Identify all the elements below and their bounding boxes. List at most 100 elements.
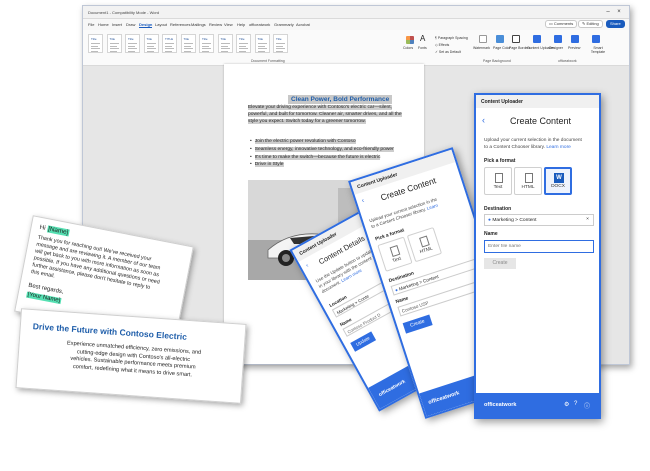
destination-field[interactable]: ● Marketing > Content × <box>484 214 594 226</box>
style-set-thumbnail[interactable]: Title <box>273 34 288 53</box>
effects-button[interactable]: ◇ Effects <box>435 43 449 47</box>
page-background-group-label: Page Background <box>483 59 511 63</box>
tab-review[interactable]: Review <box>209 22 222 27</box>
bullet-item: Seamless energy, innovative technology, … <box>250 146 410 154</box>
style-set-line <box>202 48 211 49</box>
create-button[interactable]: Create <box>484 258 516 269</box>
learn-more-link[interactable]: Learn more <box>546 145 571 150</box>
panel-description: Upload your current selection in the doc… <box>484 138 582 151</box>
style-set-thumbnail[interactable]: Title <box>199 34 214 53</box>
style-set-title: Title <box>202 37 208 41</box>
style-set-thumbnail[interactable]: Title <box>254 34 270 53</box>
comments-label: Comments <box>553 21 574 26</box>
watermark-icon[interactable] <box>479 35 487 43</box>
colors-icon[interactable] <box>406 36 414 44</box>
ribbon: Title Title Title Title TITLE Title Title Title… <box>83 30 629 66</box>
format-label: Pick a format <box>484 158 516 164</box>
style-set-line <box>128 45 135 47</box>
tab-grammarly[interactable]: Grammarly <box>274 22 294 27</box>
colors-label: Colors <box>403 46 414 50</box>
style-set-line <box>165 43 174 44</box>
style-set-line <box>239 50 246 52</box>
content-uploader-icon[interactable] <box>533 35 541 43</box>
info-icon[interactable]: ⓘ <box>584 401 590 410</box>
minimize-icon[interactable]: – <box>603 8 613 16</box>
settings-icon[interactable]: ⚙ <box>564 401 569 408</box>
style-set-line <box>109 50 117 52</box>
style-set-thumbnail[interactable]: Title <box>180 34 196 53</box>
style-set-line <box>146 45 154 47</box>
format-html-option[interactable]: HTML <box>406 226 443 263</box>
style-set-thumbnail[interactable]: Title <box>106 34 122 53</box>
style-set-line <box>239 48 248 49</box>
style-set-title: Title <box>91 37 97 41</box>
share-button[interactable]: Share <box>606 20 625 28</box>
style-set-thumbnail[interactable]: TITLE <box>162 34 177 53</box>
style-set-line <box>257 48 267 49</box>
brand-label: officeatwork <box>484 402 517 408</box>
fonts-icon[interactable]: A <box>420 34 425 43</box>
tab-acrobat[interactable]: Acrobat <box>296 22 310 27</box>
name-input[interactable] <box>484 240 594 253</box>
tab-officeatwork[interactable]: officeatwork <box>249 22 270 27</box>
window-title: Document1 - Compatibility Mode - Word <box>88 10 160 15</box>
format-text-option[interactable]: Text <box>484 167 512 195</box>
designer-icon[interactable] <box>554 35 562 43</box>
close-icon[interactable]: × <box>586 217 589 222</box>
back-arrow-icon[interactable]: ‹ <box>305 263 310 269</box>
tab-draw[interactable]: Draw <box>126 22 135 27</box>
set-default-button[interactable]: ✓ Set as Default <box>435 50 461 54</box>
tab-references[interactable]: References <box>170 22 190 27</box>
style-set-title: TITLE <box>165 37 174 41</box>
editing-button[interactable]: ✎ Editing <box>578 20 603 28</box>
page-borders-icon[interactable] <box>512 35 520 43</box>
paragraph-spacing-button[interactable]: ¶ Paragraph Spacing <box>435 36 468 40</box>
name-placeholder-tag: [Name] <box>46 225 70 237</box>
preview-label: Preview <box>568 46 581 50</box>
tab-design[interactable]: Design <box>139 22 153 28</box>
style-set-line <box>146 50 154 52</box>
paragraph-line: style you expect. Switch today for a gre… <box>248 119 366 124</box>
style-set-line <box>220 48 230 49</box>
update-button[interactable]: Update <box>350 331 377 352</box>
page-color-icon[interactable] <box>496 35 504 43</box>
name-label: Name <box>484 231 498 237</box>
tab-help[interactable]: Help <box>237 22 245 27</box>
tab-mailings[interactable]: Mailings <box>191 22 206 27</box>
smart-template-icon[interactable] <box>592 35 600 43</box>
tab-view[interactable]: View <box>224 22 233 27</box>
tab-file[interactable]: File <box>88 22 94 27</box>
style-set-thumbnail[interactable]: Title <box>217 34 233 53</box>
format-docx-option[interactable]: W DOCX <box>544 167 572 195</box>
style-set-thumbnail[interactable]: Title <box>88 34 103 53</box>
back-arrow-icon[interactable]: ‹ <box>361 197 365 204</box>
help-icon[interactable]: ? <box>574 401 577 407</box>
style-set-title: Title <box>257 37 264 41</box>
close-icon[interactable]: × <box>614 8 624 16</box>
page-color-label: Page Color <box>493 46 511 50</box>
style-set-line <box>239 45 246 47</box>
style-set-thumbnail[interactable]: Title <box>236 34 251 53</box>
style-set-line <box>109 43 119 44</box>
back-arrow-icon[interactable]: ‹ <box>482 115 485 125</box>
destination-value: Marketing > Content <box>492 218 537 223</box>
preview-icon[interactable] <box>571 35 579 43</box>
ad-snippet-card: Drive the Future with Contoso Electric E… <box>15 308 247 404</box>
style-set-line <box>91 43 100 44</box>
format-text-option[interactable]: Text <box>377 236 413 272</box>
style-set-title: Title <box>109 37 116 41</box>
format-html-option[interactable]: HTML <box>514 167 542 195</box>
tab-insert[interactable]: Insert <box>112 22 122 27</box>
create-button[interactable]: Create <box>402 314 433 334</box>
style-set-thumbnail[interactable]: Title <box>143 34 159 53</box>
style-set-line <box>202 43 211 44</box>
style-set-line <box>183 45 191 47</box>
tab-home[interactable]: Home <box>98 22 109 27</box>
style-set-line <box>257 45 265 47</box>
tab-layout[interactable]: Layout <box>155 22 167 27</box>
style-set-thumbnail[interactable]: Title <box>125 34 140 53</box>
bullet-text: It's time to make the switch—because the… <box>254 154 381 160</box>
text-file-icon <box>389 245 401 258</box>
comments-button[interactable]: ▭ Comments <box>545 20 578 28</box>
brand-label: officeatwork <box>427 390 461 406</box>
